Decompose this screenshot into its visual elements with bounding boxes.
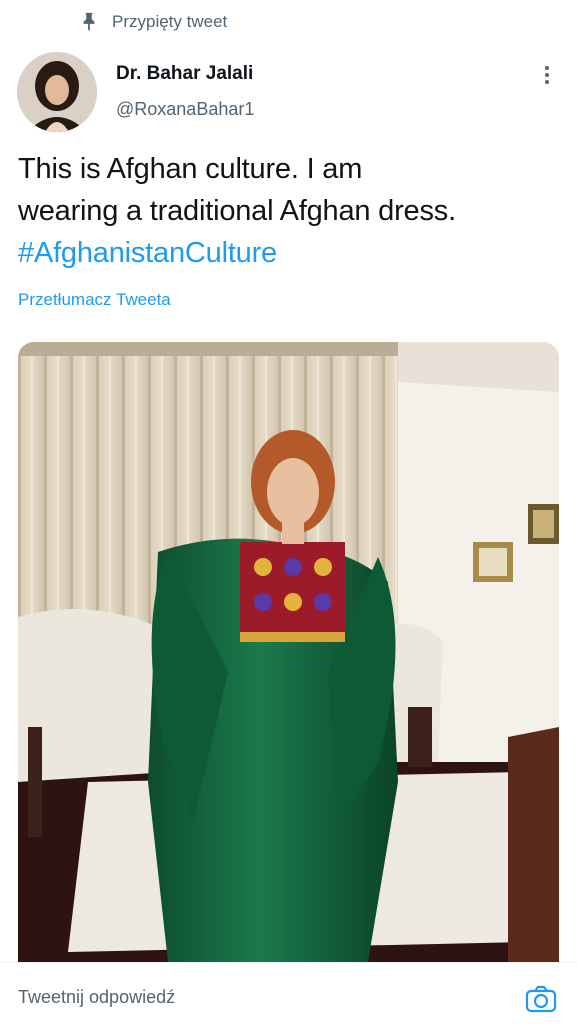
reply-input[interactable]: Tweetnij odpowiedź	[18, 987, 175, 1008]
hashtag-link[interactable]: #AfghanistanCulture	[18, 232, 563, 274]
avatar[interactable]	[17, 52, 97, 132]
pin-icon	[83, 12, 95, 32]
translate-tweet-link[interactable]: Przetłumacz Tweeta	[18, 290, 171, 310]
author-name[interactable]: Dr. Bahar Jalali	[116, 63, 253, 85]
more-options-icon[interactable]	[533, 64, 561, 86]
avatar-image	[17, 52, 97, 132]
tweet-text: This is Afghan culture. I am wearing a t…	[18, 148, 563, 274]
tweet-text-line: This is Afghan culture. I am	[18, 153, 363, 185]
camera-icon[interactable]	[524, 983, 558, 1015]
tweet-photo[interactable]	[18, 342, 559, 962]
pinned-tweet-indicator: Przypięty tweet	[78, 10, 227, 34]
pinned-label: Przypięty tweet	[112, 12, 228, 31]
tweet-photo-image	[18, 342, 559, 962]
reply-bar: Tweetnij odpowiedź	[0, 963, 577, 1024]
tweet-text-line: wearing a traditional Afghan dress.	[18, 195, 456, 227]
author-handle[interactable]: @RoxanaBahar1	[116, 99, 254, 120]
